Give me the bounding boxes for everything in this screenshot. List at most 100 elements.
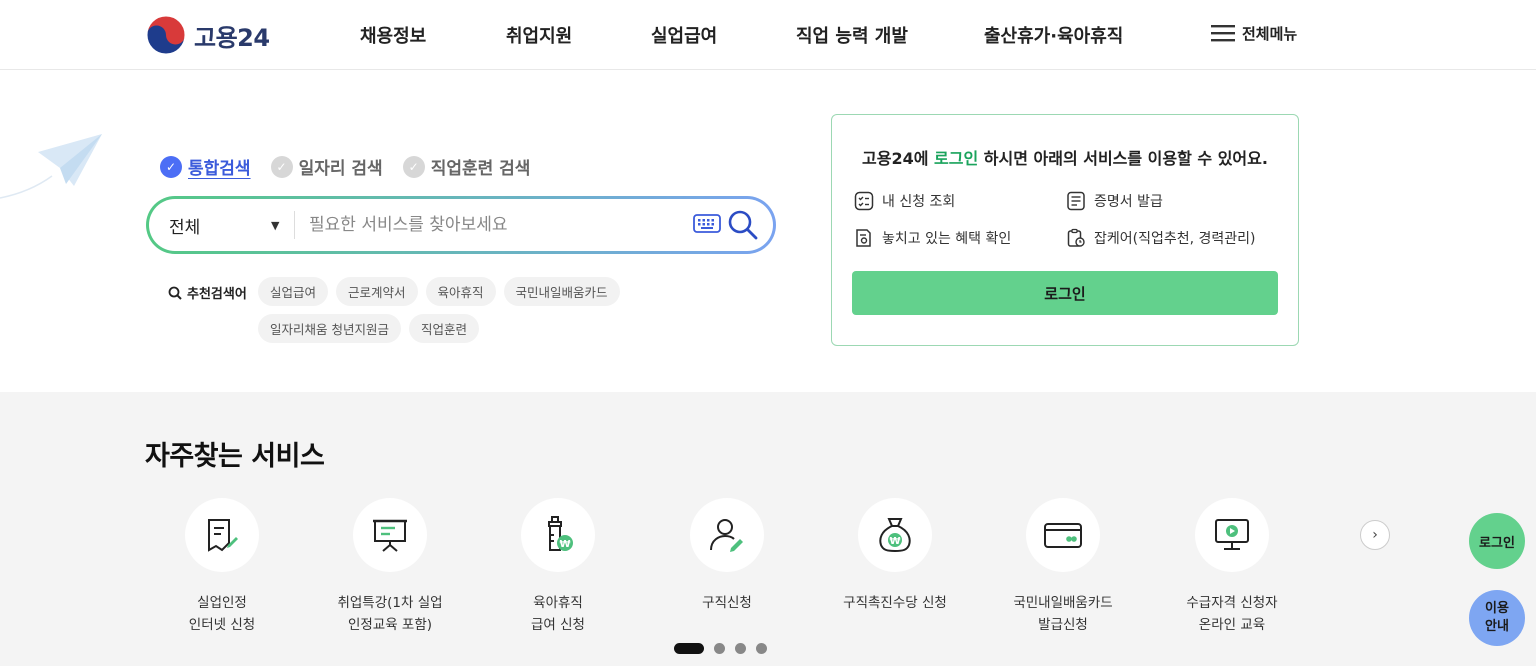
keyword-chip[interactable]: 국민내일배움카드 bbox=[503, 277, 620, 306]
scope-value: 전체 bbox=[169, 217, 201, 238]
feature-certificate: 증명서 발급 bbox=[1066, 191, 1163, 211]
floating-login-button[interactable]: 로그인 bbox=[1469, 513, 1525, 569]
checklist-icon bbox=[854, 191, 874, 211]
login-panel-title: 고용24에 로그인 하시면 아래의 서비스를 이용할 수 있어요. bbox=[832, 145, 1298, 169]
service-label-line: 인정교육 포함) bbox=[347, 617, 433, 633]
keyword-chips: 실업급여 근로계약서 육아휴직 국민내일배움카드 일자리채움 청년지원금 직업훈… bbox=[258, 277, 768, 343]
clipboard-clock-icon bbox=[1067, 228, 1085, 247]
monitor-play-icon bbox=[1215, 519, 1249, 550]
service-parental-leave-benefit[interactable]: ₩ 육아휴직 급여 신청 bbox=[473, 498, 643, 636]
all-menu-button[interactable]: 전체메뉴 bbox=[1210, 22, 1297, 44]
presentation-board-icon bbox=[373, 519, 407, 552]
feature-label: 놓치고 있는 혜택 확인 bbox=[882, 231, 1012, 247]
pagination-dot[interactable] bbox=[735, 643, 746, 654]
service-label-line: 구직촉진수당 신청 bbox=[843, 595, 947, 611]
search-tabs: ✓ 통합검색 ✓ 일자리 검색 ✓ 직업훈련 검색 bbox=[160, 154, 530, 179]
feature-label: 잡케어(직업추천, 경력관리) bbox=[1094, 231, 1256, 247]
site-logo[interactable]: 고용24 bbox=[146, 15, 270, 55]
nav-vocational-training[interactable]: 직업 능력 개발 bbox=[796, 22, 908, 48]
recommended-keywords-label: 추천검색어 bbox=[168, 283, 247, 302]
recommended-label-text: 추천검색어 bbox=[187, 287, 247, 302]
service-job-lecture[interactable]: 취업특강(1차 실업 인정교육 포함) bbox=[305, 498, 475, 636]
check-icon: ✓ bbox=[160, 155, 182, 178]
login-title-highlight[interactable]: 로그인 bbox=[934, 149, 978, 168]
service-label-line: 국민내일배움카드 bbox=[1013, 595, 1113, 611]
dropdown-arrow-icon[interactable]: ▼ bbox=[271, 219, 279, 232]
money-bag-won-icon: ₩ bbox=[879, 518, 911, 553]
service-label-line: 인터넷 신청 bbox=[188, 617, 256, 633]
floating-guide-button[interactable]: 이용 안내 bbox=[1469, 590, 1525, 646]
tab-label: 직업훈련 검색 bbox=[430, 159, 531, 179]
login-panel: 고용24에 로그인 하시면 아래의 서비스를 이용할 수 있어요. 내 신청 조… bbox=[831, 114, 1299, 346]
paper-plane-icon bbox=[0, 134, 102, 199]
tab-training-search[interactable]: ✓ 직업훈련 검색 bbox=[402, 154, 531, 179]
tab-label: 일자리 검색 bbox=[298, 159, 383, 179]
service-label: 취업특강(1차 실업 인정교육 포함) bbox=[305, 592, 475, 636]
carousel-next-button[interactable]: › bbox=[1360, 520, 1390, 550]
section-title: 자주찾는 서비스 bbox=[145, 441, 325, 472]
service-unemployment-certification[interactable]: 실업인정 인터넷 신청 bbox=[137, 498, 307, 636]
all-menu-label: 전체메뉴 bbox=[1242, 24, 1298, 43]
search-box: 전체 ▼ bbox=[146, 196, 776, 254]
tab-label: 통합검색 bbox=[188, 159, 251, 179]
document-search-icon bbox=[856, 229, 871, 247]
keyword-chip[interactable]: 육아휴직 bbox=[425, 277, 496, 306]
document-edit-icon bbox=[208, 519, 238, 552]
service-online-education[interactable]: 수급자격 신청자 온라인 교육 bbox=[1147, 498, 1317, 636]
service-label-line: 온라인 교육 bbox=[1198, 617, 1266, 633]
service-training-card[interactable]: 국민내일배움카드 발급신청 bbox=[978, 498, 1148, 636]
keyboard-icon[interactable] bbox=[693, 213, 721, 235]
service-label: 육아휴직 급여 신청 bbox=[473, 592, 643, 636]
person-edit-icon bbox=[710, 519, 743, 552]
service-icon-circle: ₩ bbox=[521, 498, 595, 572]
service-label: 실업인정 인터넷 신청 bbox=[137, 592, 307, 636]
service-icon-circle bbox=[1195, 498, 1269, 572]
keyword-chip[interactable]: 근로계약서 bbox=[336, 277, 418, 306]
feature-missed-benefits: 놓치고 있는 혜택 확인 bbox=[854, 228, 1011, 248]
login-button[interactable]: 로그인 bbox=[852, 271, 1278, 315]
feature-my-applications: 내 신청 조회 bbox=[854, 191, 955, 211]
nav-recruitment[interactable]: 채용정보 bbox=[360, 22, 426, 48]
svg-text:₩: ₩ bbox=[559, 539, 570, 550]
login-title-prefix: 고용24에 bbox=[862, 149, 935, 168]
keyword-chip[interactable]: 직업훈련 bbox=[408, 314, 479, 343]
service-job-promotion-allowance[interactable]: ₩ 구직촉진수당 신청 bbox=[810, 498, 980, 614]
divider bbox=[294, 211, 295, 239]
taegeuk-logo-icon bbox=[146, 15, 186, 55]
service-label: 구직신청 bbox=[642, 592, 812, 614]
service-label-line: 수급자격 신청자 bbox=[1186, 595, 1278, 611]
feature-label: 내 신청 조회 bbox=[882, 194, 956, 210]
search-icon[interactable] bbox=[727, 209, 759, 241]
carousel-pagination bbox=[674, 643, 767, 654]
site-header: 고용24 채용정보 취업지원 실업급여 직업 능력 개발 출산휴가·육아휴직 전… bbox=[0, 0, 1536, 70]
feature-jobcare: 잡케어(직업추천, 경력관리) bbox=[1066, 228, 1256, 248]
nav-unemployment-benefit[interactable]: 실업급여 bbox=[651, 22, 717, 48]
card-icon bbox=[1044, 523, 1082, 548]
service-label-line: 실업인정 bbox=[197, 595, 247, 611]
service-label-line: 육아휴직 bbox=[533, 595, 583, 611]
service-icon-circle bbox=[185, 498, 259, 572]
feature-label: 증명서 발급 bbox=[1094, 194, 1163, 210]
logo-text: 고용24 bbox=[194, 23, 270, 52]
nav-employment-support[interactable]: 취업지원 bbox=[506, 22, 572, 48]
chevron-right-icon: › bbox=[1372, 527, 1378, 543]
service-icon-circle: ₩ bbox=[858, 498, 932, 572]
keyword-chip[interactable]: 실업급여 bbox=[258, 277, 329, 306]
tab-job-search[interactable]: ✓ 일자리 검색 bbox=[270, 154, 383, 179]
keyword-chip[interactable]: 일자리채움 청년지원금 bbox=[258, 314, 401, 343]
certificate-icon bbox=[1067, 191, 1085, 211]
service-icon-circle bbox=[1026, 498, 1100, 572]
pagination-dot[interactable] bbox=[714, 643, 725, 654]
tab-integrated-search[interactable]: ✓ 통합검색 bbox=[160, 154, 251, 179]
search-inner: 전체 ▼ bbox=[149, 199, 773, 251]
nav-parental-leave[interactable]: 출산휴가·육아휴직 bbox=[984, 22, 1123, 48]
service-label-line: 취업특강(1차 실업 bbox=[337, 595, 443, 611]
service-label: 국민내일배움카드 발급신청 bbox=[978, 592, 1148, 636]
pagination-dot[interactable] bbox=[674, 643, 704, 654]
search-input[interactable] bbox=[309, 199, 679, 251]
login-title-suffix: 하시면 아래의 서비스를 이용할 수 있어요. bbox=[978, 149, 1268, 168]
pagination-dot[interactable] bbox=[756, 643, 767, 654]
check-icon: ✓ bbox=[402, 155, 425, 178]
service-job-application[interactable]: 구직신청 bbox=[642, 498, 812, 614]
baby-bottle-won-icon: ₩ bbox=[548, 516, 573, 551]
